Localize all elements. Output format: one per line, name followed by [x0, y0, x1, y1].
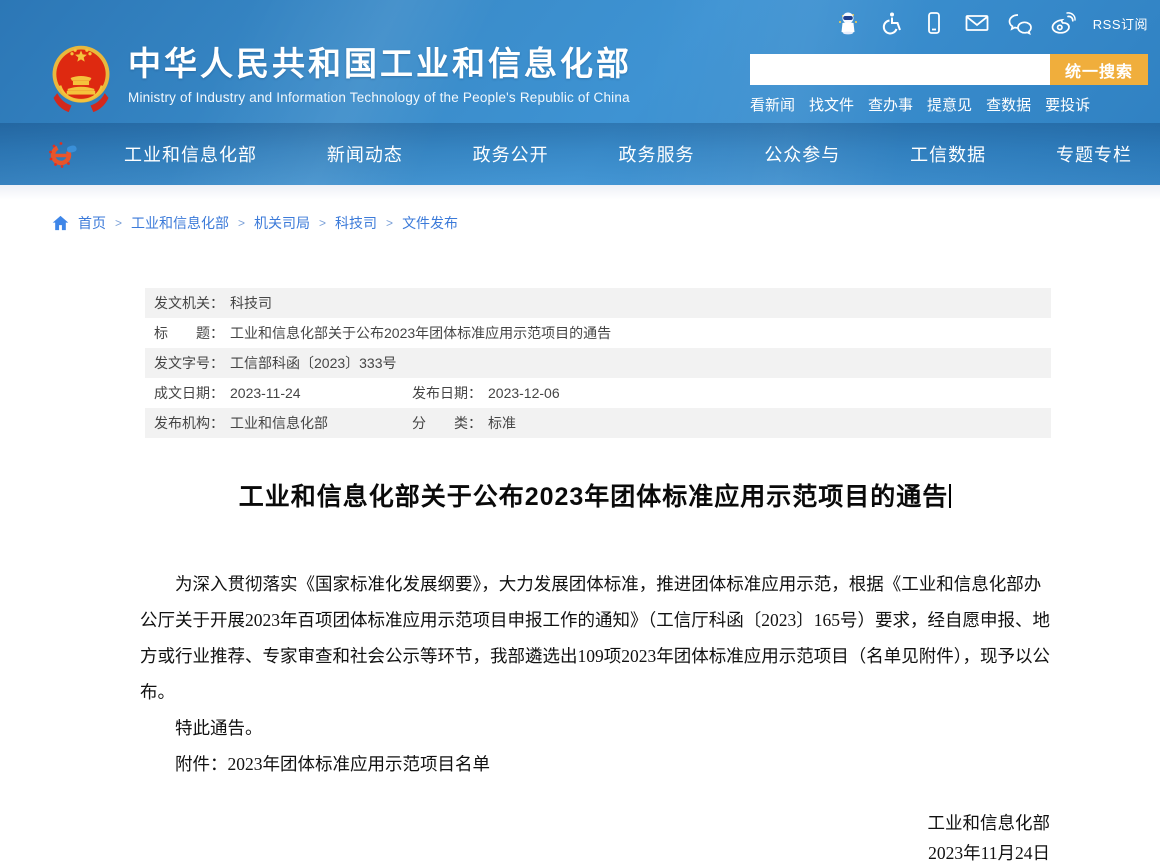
accessibility-icon[interactable]: [878, 10, 904, 36]
document-title-text: 工业和信息化部关于公布2023年团体标准应用示范项目的通告: [238, 483, 949, 511]
search-area: 统一搜索 看新闻 找文件 查办事 提意见 查数据 要投诉: [750, 54, 1150, 115]
breadcrumb-departments[interactable]: 机关司局: [254, 213, 310, 233]
mobile-icon[interactable]: [921, 10, 947, 36]
meta-value: 工业和信息化部关于公布2023年团体标准应用示范项目的通告: [230, 325, 612, 341]
site-subtitle: Ministry of Industry and Information Tec…: [128, 90, 630, 105]
meta-value: 工业和信息化部: [230, 415, 328, 431]
quick-link-suggestions[interactable]: 提意见: [927, 94, 972, 115]
meta-label: 分 类：: [412, 415, 482, 431]
breadcrumb-document-release[interactable]: 文件发布: [402, 213, 458, 233]
miit-document-page: { "colors": { "header_blue": "#3a8cca", …: [0, 0, 1160, 868]
body-paragraph-notice: 特此通告。: [175, 718, 263, 738]
site-brand: 中华人民共和国工业和信息化部 Ministry of Industry and …: [50, 40, 632, 114]
nav-item-special-topics[interactable]: 专题专栏: [1056, 141, 1132, 167]
site-title: 中华人民共和国工业和信息化部: [128, 45, 632, 82]
document-meta-table: 发文机关： 科技司 标 题： 工业和信息化部关于公布2023年团体标准应用示范项…: [145, 288, 1051, 438]
mail-icon[interactable]: [964, 10, 990, 36]
meta-row-title: 标 题： 工业和信息化部关于公布2023年团体标准应用示范项目的通告: [145, 318, 1051, 348]
breadcrumb-science-tech-dept[interactable]: 科技司: [335, 213, 377, 233]
nav-item-public-participation[interactable]: 公众参与: [764, 141, 840, 167]
nav-item-miit-data[interactable]: 工信数据: [910, 141, 986, 167]
breadcrumb-separator: >: [238, 216, 246, 230]
meta-row-publisher-category: 发布机构： 工业和信息化部 分 类： 标准: [145, 408, 1051, 438]
search-quick-links: 看新闻 找文件 查办事 提意见 查数据 要投诉: [750, 94, 1150, 115]
quick-link-news[interactable]: 看新闻: [750, 94, 795, 115]
meta-value: 2023-12-06: [488, 385, 560, 401]
wechat-icon[interactable]: [1007, 10, 1033, 36]
meta-value: 标准: [488, 415, 516, 431]
nav-item-news[interactable]: 新闻动态: [327, 141, 403, 167]
rss-subscribe-link[interactable]: RSS订阅: [1093, 14, 1148, 33]
main-nav: 工业和信息化部 新闻动态 政务公开 政务服务 公众参与 工信数据 专题专栏: [0, 123, 1160, 185]
text-cursor: [949, 484, 952, 508]
quick-link-data[interactable]: 查数据: [986, 94, 1031, 115]
document-container: 发文机关： 科技司 标 题： 工业和信息化部关于公布2023年团体标准应用示范项…: [0, 233, 1160, 868]
meta-row-issuing-office: 发文机关： 科技司: [145, 288, 1051, 318]
signature-date: 2023年11月24日: [928, 843, 1050, 863]
breadcrumb: 首页 > 工业和信息化部 > 机关司局 > 科技司 > 文件发布: [52, 213, 1160, 233]
breadcrumb-miit[interactable]: 工业和信息化部: [131, 213, 229, 233]
topbar-utility-icons: RSS订阅: [835, 10, 1148, 36]
nav-item-gov-services[interactable]: 政务服务: [618, 141, 694, 167]
signature-org: 工业和信息化部: [927, 813, 1051, 833]
breadcrumb-separator: >: [115, 216, 123, 230]
site-header: RSS订阅 中华人民共和国工业和信息化部 Ministry of Industr…: [0, 0, 1160, 185]
quick-link-services[interactable]: 查办事: [868, 94, 913, 115]
meta-label: 成文日期：: [154, 385, 224, 401]
meta-value: 科技司: [230, 295, 272, 311]
miit-e-logo-icon: [49, 142, 77, 168]
meta-label: 发布机构：: [154, 415, 224, 431]
home-icon[interactable]: [52, 215, 69, 231]
unified-search-input[interactable]: [750, 54, 1050, 85]
nav-item-miit[interactable]: 工业和信息化部: [124, 141, 257, 167]
weibo-icon[interactable]: [1050, 10, 1076, 36]
document-title: 工业和信息化部关于公布2023年团体标准应用示范项目的通告: [140, 480, 1050, 514]
signature-block: 工业和信息化部 2023年11月24日: [140, 808, 1051, 868]
header-bottom-strip: [0, 185, 1160, 200]
meta-label: 发文字号：: [154, 355, 224, 371]
breadcrumb-home[interactable]: 首页: [78, 213, 106, 233]
brand-text: 中华人民共和国工业和信息化部 Ministry of Industry and …: [128, 40, 632, 105]
quick-link-files[interactable]: 找文件: [809, 94, 854, 115]
meta-value: 工信部科函〔2023〕333号: [230, 355, 397, 371]
quick-link-complaints[interactable]: 要投诉: [1045, 94, 1090, 115]
meta-label: 标 题：: [154, 325, 224, 341]
meta-row-document-number: 发文字号： 工信部科函〔2023〕333号: [145, 348, 1051, 378]
body-paragraph: 为深入贯彻落实《国家标准化发展纲要》，大力发展团体标准，推进团体标准应用示范，根…: [140, 574, 1050, 702]
nav-items: 工业和信息化部 新闻动态 政务公开 政务服务 公众参与 工信数据 专题专栏: [124, 141, 1160, 167]
meta-row-dates: 成文日期： 2023-11-24 发布日期： 2023-12-06: [145, 378, 1051, 408]
meta-label: 发文机关：: [154, 295, 224, 311]
breadcrumb-separator: >: [319, 216, 327, 230]
nav-item-gov-disclosure[interactable]: 政务公开: [473, 141, 549, 167]
meta-label: 发布日期：: [412, 385, 482, 401]
breadcrumb-separator: >: [386, 216, 394, 230]
attachment-link[interactable]: 附件：2023年团体标准应用示范项目名单: [140, 746, 1050, 782]
unified-search-button[interactable]: 统一搜索: [1050, 54, 1148, 85]
national-emblem-icon: [52, 45, 110, 113]
meta-value: 2023-11-24: [230, 385, 301, 401]
mascot-robot-icon[interactable]: [835, 10, 861, 36]
document-body: 为深入贯彻落实《国家标准化发展纲要》，大力发展团体标准，推进团体标准应用示范，根…: [140, 566, 1050, 868]
